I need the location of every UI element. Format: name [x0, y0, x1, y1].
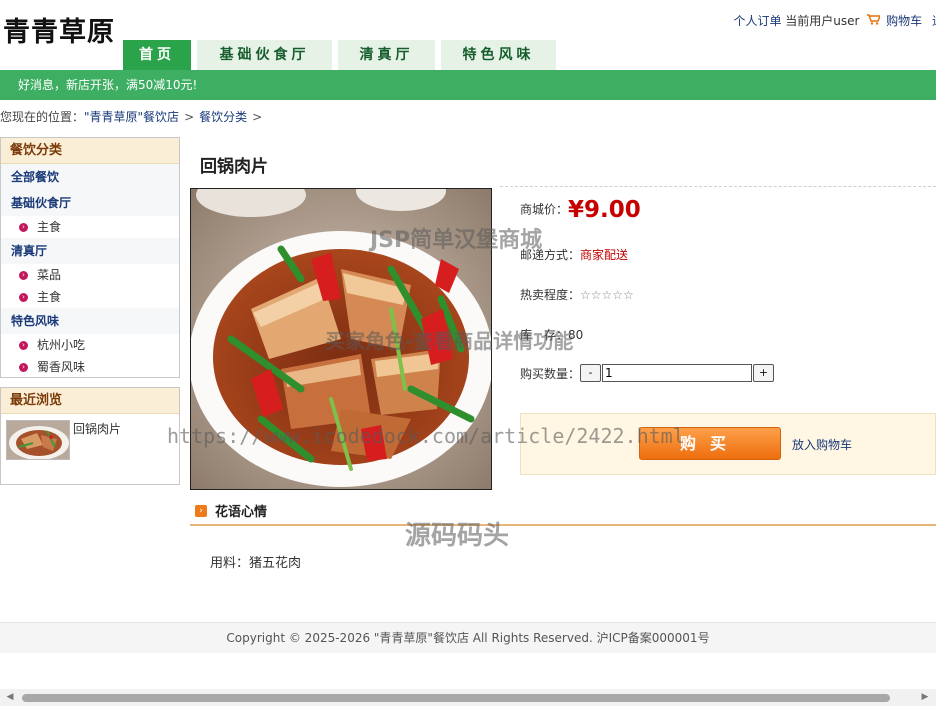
pink-dot-icon: › — [19, 362, 28, 372]
popularity-row: 热卖程度：☆☆☆☆☆ — [520, 286, 634, 303]
subcategory-item[interactable]: › 杭州小吃 — [1, 334, 179, 356]
top-user-bar: 个人订单 当前用户user 购物车 退 — [733, 12, 936, 29]
add-to-cart-link[interactable]: 放入购物车 — [792, 436, 852, 453]
notice-bar: 好消息，新店开张，满50减10元! — [0, 70, 936, 100]
scroll-left-icon[interactable]: ◀ — [5, 692, 15, 703]
breadcrumb-category[interactable]: 餐饮分类 — [199, 110, 247, 124]
subcategory-label: 主食 — [37, 220, 62, 234]
subcategory-item[interactable]: › 主食 — [1, 286, 179, 308]
title-divider — [500, 186, 936, 187]
price-row: 商城价：¥9.00 — [520, 197, 641, 223]
horizontal-scrollbar[interactable]: ◀ ▶ — [0, 689, 936, 706]
product-image — [190, 188, 492, 490]
nav-tab-special-flavor[interactable]: 特色风味 — [441, 40, 556, 70]
category-panel-title: 餐饮分类 — [1, 138, 179, 164]
subcategory-label: 主食 — [37, 290, 62, 304]
current-user-text: 当前用户user — [785, 14, 860, 28]
header: 青青草原 个人订单 当前用户user 购物车 退 首页 基础伙食厅 清真厅 特色… — [0, 0, 936, 70]
product-price: ¥9.00 — [568, 197, 641, 223]
buy-button[interactable]: 购买 — [639, 427, 781, 460]
scroll-right-icon[interactable]: ▶ — [920, 692, 930, 703]
category-halal-hall[interactable]: 清真厅 — [1, 238, 179, 264]
stock-label: 库 存： — [520, 328, 569, 342]
stock-value: 80 — [568, 328, 584, 342]
cart-icon[interactable] — [867, 14, 882, 28]
breadcrumb-separator: > — [184, 110, 195, 124]
pink-dot-icon: › — [19, 222, 28, 232]
watermark-brand: 源码码头 — [405, 521, 510, 551]
subcategory-label: 杭州小吃 — [37, 338, 86, 352]
subcategory-label: 蜀香风味 — [37, 360, 86, 374]
recent-item-name[interactable]: 回锅肉片 — [73, 420, 121, 460]
scrollbar-thumb[interactable] — [22, 694, 890, 702]
pink-dot-icon: › — [19, 292, 28, 302]
product-title: 回锅肉片 — [200, 157, 268, 177]
shipping-row: 邮递方式：商家配送 — [520, 246, 628, 263]
recent-item[interactable]: 回锅肉片 — [1, 414, 179, 466]
pink-dot-icon: › — [19, 270, 28, 280]
quantity-stepper: 购买数量： - + — [520, 364, 775, 382]
category-panel: 餐饮分类 全部餐饮 基础伙食厅 › 主食 清真厅 › 菜品 › 主食 特色风味 › 杭州… — [0, 137, 180, 378]
quantity-plus-button[interactable]: + — [753, 364, 775, 382]
price-label: 商城价： — [520, 202, 569, 217]
orange-arrow-icon: › — [195, 504, 207, 517]
category-special-flavor[interactable]: 特色风味 — [1, 308, 179, 334]
stock-row: 库 存：80 — [520, 326, 583, 343]
detail-section-title: 花语心情 — [215, 505, 268, 520]
breadcrumb-store[interactable]: "青青草原"餐饮店 — [84, 110, 179, 124]
orders-link[interactable]: 个人订单 — [733, 14, 781, 28]
category-all[interactable]: 全部餐饮 — [1, 164, 179, 190]
popularity-label: 热卖程度： — [520, 288, 581, 302]
nav-tab-home[interactable]: 首页 — [123, 40, 191, 70]
purchase-box: 购买 放入购物车 — [520, 413, 936, 475]
breadcrumb: 您现在的位置："青青草原"餐饮店 > 餐饮分类 > — [0, 108, 267, 125]
shipping-label: 邮递方式： — [520, 248, 581, 262]
product-ingredients: 用料：猪五花肉 — [210, 556, 302, 571]
site-logo[interactable]: 青青草原 — [3, 10, 115, 49]
recent-panel: 最近浏览 回锅肉片 — [0, 387, 180, 485]
nav-tab-halal-hall[interactable]: 清真厅 — [338, 40, 435, 70]
logout-link[interactable]: 退 — [932, 14, 936, 28]
breadcrumb-prefix: 您现在的位置： — [0, 110, 85, 124]
quantity-input[interactable] — [602, 364, 753, 382]
subcategory-item[interactable]: › 蜀香风味 — [1, 356, 179, 378]
detail-section-header: › 花语心情 — [195, 501, 267, 520]
quantity-minus-button[interactable]: - — [580, 364, 602, 382]
nav-tab-basic-hall[interactable]: 基础伙食厅 — [197, 40, 332, 70]
popularity-stars: ☆☆☆☆☆ — [580, 288, 634, 302]
main-nav: 首页 基础伙食厅 清真厅 特色风味 — [123, 40, 562, 70]
breadcrumb-separator: > — [252, 110, 263, 124]
quantity-label: 购买数量： — [520, 366, 581, 381]
section-divider — [190, 524, 936, 526]
recent-panel-title: 最近浏览 — [1, 388, 179, 414]
recent-item-thumbnail[interactable] — [6, 420, 70, 460]
shipping-value: 商家配送 — [580, 248, 629, 262]
pink-dot-icon: › — [19, 340, 28, 350]
category-basic-hall[interactable]: 基础伙食厅 — [1, 190, 179, 216]
subcategory-item[interactable]: › 菜品 — [1, 264, 179, 286]
cart-link[interactable]: 购物车 — [886, 14, 922, 28]
subcategory-item[interactable]: › 主食 — [1, 216, 179, 238]
subcategory-label: 菜品 — [37, 268, 62, 282]
footer: Copyright © 2025-2026 "青青草原"餐饮店 All Righ… — [0, 622, 936, 653]
